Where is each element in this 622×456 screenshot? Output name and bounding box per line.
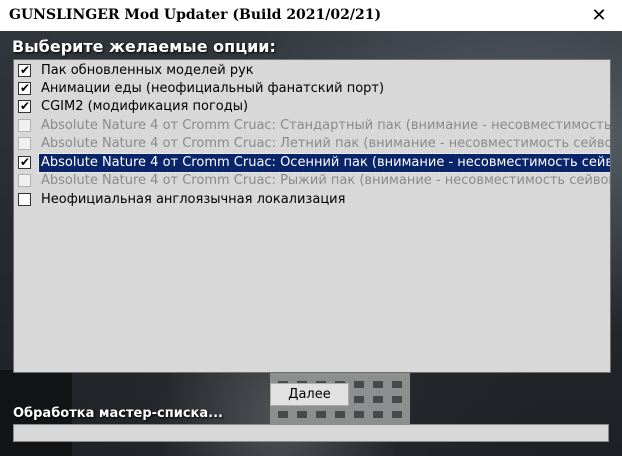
option-checkbox [18, 119, 31, 132]
option-item[interactable]: ✔ Absolute Nature 4 от Cromm Cruac: Осенн… [14, 153, 610, 173]
close-icon: ✕ [591, 5, 607, 26]
next-button[interactable]: Далее [270, 383, 349, 406]
option-checkbox[interactable]: ✔ [18, 155, 31, 169]
option-item[interactable]: ✔ Анимации еды (неофициальный фанатский п… [14, 80, 610, 98]
building-window [392, 381, 402, 388]
option-checkbox[interactable]: ✔ [18, 63, 31, 77]
option-item[interactable]: Неофициальная англоязычная локализация [14, 191, 610, 209]
options-heading: Выберите желаемые опции: [12, 37, 276, 56]
title-bar[interactable]: GUNSLINGER Mod Updater (Build 2021/02/21… [0, 0, 622, 32]
building-window [373, 411, 383, 418]
option-label: Пак обновленных моделей рук [41, 63, 254, 78]
building-window [373, 381, 383, 388]
option-label: Неофициальная англоязычная локализация [41, 192, 346, 207]
option-item: Absolute Nature 4 от Cromm Cruac: Летний… [14, 135, 611, 153]
option-checkbox [18, 137, 31, 150]
window-title: GUNSLINGER Mod Updater (Build 2021/02/21… [9, 7, 382, 23]
close-button[interactable]: ✕ [576, 0, 622, 31]
building-window [392, 411, 402, 418]
options-list: ✔ Пак обновленных моделей рук ✔ Анимации ед… [13, 59, 611, 373]
checkmark-icon: ✔ [20, 81, 31, 95]
option-label: Анимации еды (неофициальный фанатский по… [41, 81, 385, 96]
option-item[interactable]: ✔ Пак обновленных моделей рук [14, 62, 610, 80]
building-window [297, 411, 307, 418]
option-item[interactable]: ✔ CGIM2 (модификация погоды) [14, 98, 610, 116]
status-text: Обработка мастер-списка... [13, 406, 223, 421]
option-checkbox [18, 174, 31, 187]
option-label: CGIM2 (модификация погоды) [41, 99, 249, 114]
option-item: Absolute Nature 4 от Cromm Cruac: Станда… [14, 117, 611, 135]
option-checkbox[interactable] [18, 193, 31, 206]
building-window [335, 411, 345, 418]
building-window [392, 396, 402, 403]
building-window [354, 411, 364, 418]
option-label: Absolute Nature 4 от Cromm Cruac: Осенни… [38, 153, 610, 173]
option-label: Absolute Nature 4 от Cromm Cruac: Станда… [41, 118, 611, 133]
building-window [316, 411, 326, 418]
checkmark-icon: ✔ [20, 155, 31, 169]
option-label: Absolute Nature 4 от Cromm Cruac: Рыжий … [41, 173, 611, 188]
building-window [278, 411, 288, 418]
checkmark-icon: ✔ [20, 99, 31, 113]
building-window [354, 396, 364, 403]
option-item: Absolute Nature 4 от Cromm Cruac: Рыжий … [14, 172, 611, 190]
checkmark-icon: ✔ [20, 63, 31, 77]
option-checkbox[interactable]: ✔ [18, 81, 31, 95]
building-window [373, 396, 383, 403]
progress-bar [13, 424, 609, 442]
option-label: Absolute Nature 4 от Cromm Cruac: Летний… [41, 136, 611, 151]
building-window [354, 381, 364, 388]
option-checkbox[interactable]: ✔ [18, 99, 31, 113]
updater-window: GUNSLINGER Mod Updater (Build 2021/02/21… [0, 0, 622, 456]
